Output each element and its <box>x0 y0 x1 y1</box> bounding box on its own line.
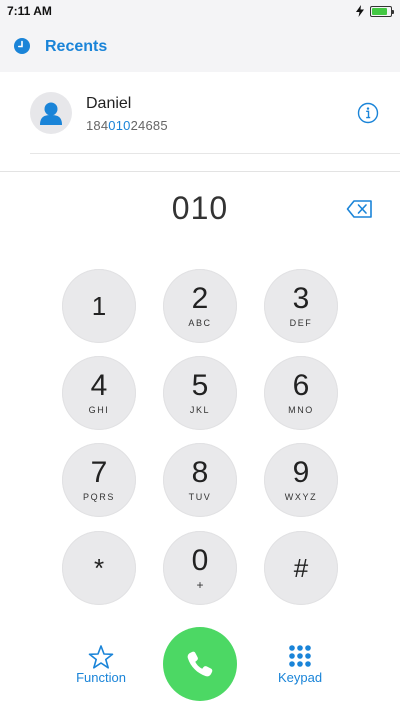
battery-level <box>372 7 387 15</box>
key-0[interactable]: 0 + <box>163 531 237 605</box>
avatar <box>30 92 72 134</box>
page-title: Recents <box>45 38 108 55</box>
star-icon <box>88 645 114 669</box>
key-8[interactable]: 8 TUV <box>163 443 237 517</box>
bolt-icon <box>356 5 364 17</box>
key-5[interactable]: 5 JKL <box>163 356 237 430</box>
key-9[interactable]: 9 WXYZ <box>264 443 338 517</box>
function-label: Function <box>76 670 126 685</box>
matched-digits: 010 <box>108 118 131 133</box>
key-6[interactable]: 6 MNO <box>264 356 338 430</box>
call-button[interactable] <box>163 627 237 701</box>
dialed-number-display: 010 <box>171 190 229 226</box>
status-bar: 7:11 AM <box>0 0 400 24</box>
status-time: 7:11 AM <box>7 4 52 18</box>
key-1[interactable]: 1 <box>62 269 136 343</box>
recent-call-item[interactable]: Daniel 18401024685 <box>0 74 400 154</box>
key-hash[interactable]: # <box>264 531 338 605</box>
key-3[interactable]: 3 DEF <box>264 269 338 343</box>
contact-number: 18401024685 <box>86 118 168 133</box>
info-icon[interactable] <box>357 102 379 124</box>
keypad-label: Keypad <box>277 670 323 685</box>
phone-icon <box>187 651 213 677</box>
key-7[interactable]: 7 PQRS <box>62 443 136 517</box>
key-4[interactable]: 4 GHI <box>62 356 136 430</box>
person-icon <box>40 102 62 125</box>
function-button[interactable]: Function <box>70 644 132 685</box>
contact-name: Daniel <box>86 95 132 112</box>
divider <box>0 171 400 172</box>
keypad-grid-icon <box>289 645 311 667</box>
divider <box>30 153 400 154</box>
clock-icon <box>14 38 30 54</box>
battery-icon <box>370 5 394 17</box>
backspace-icon[interactable] <box>346 199 373 219</box>
status-indicators <box>356 5 394 17</box>
keypad-button[interactable]: Keypad <box>270 644 330 685</box>
key-2[interactable]: 2 ABC <box>163 269 237 343</box>
key-star[interactable]: * <box>62 531 136 605</box>
recents-header[interactable]: Recents <box>0 24 400 72</box>
